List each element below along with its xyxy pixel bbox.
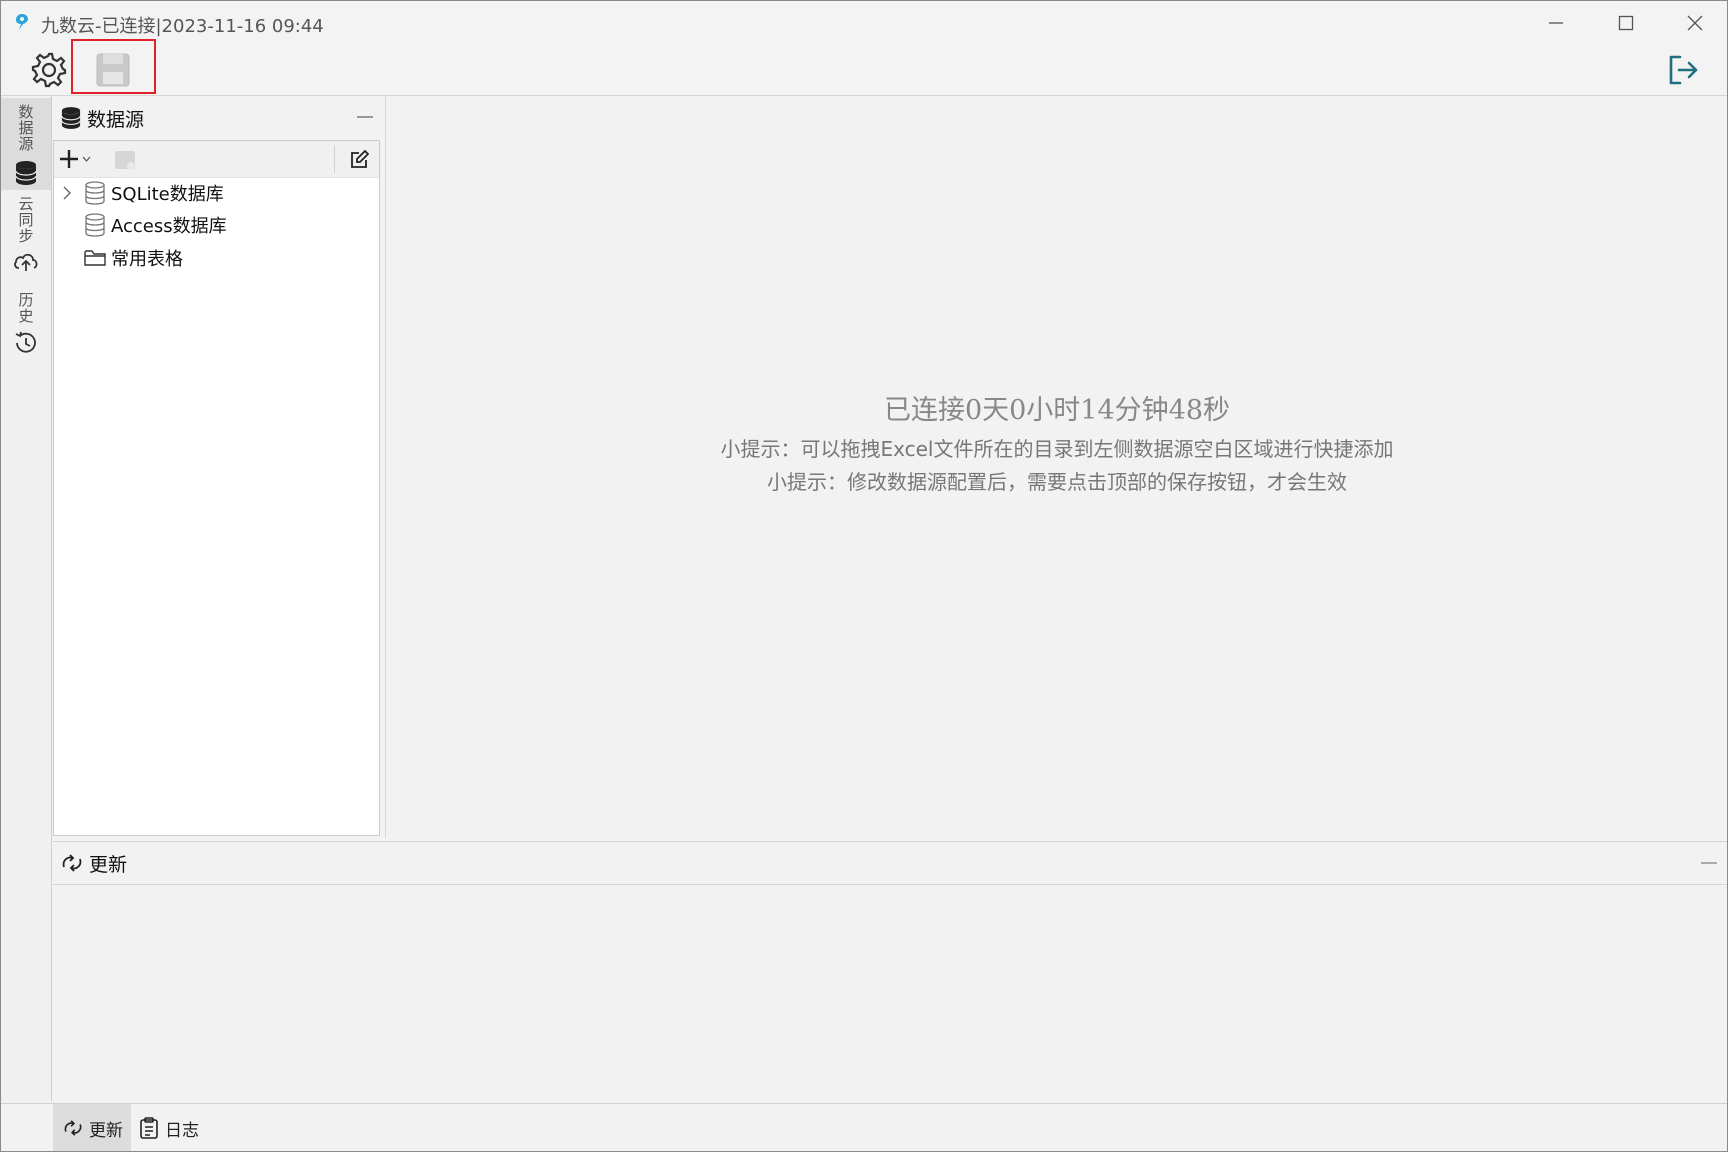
datasource-panel-header: 数据源 — [53, 96, 383, 140]
minimize-button[interactable] — [1523, 1, 1589, 45]
cloud-sync-icon — [14, 253, 38, 271]
tree-item-label: Access数据库 — [111, 216, 227, 237]
minimize-icon — [1549, 22, 1563, 24]
folder-icon — [84, 250, 106, 266]
history-icon — [15, 331, 36, 353]
database-icon — [85, 181, 105, 205]
update-panel-header: 更新 — [53, 842, 1727, 885]
bottom-tab-bar: 更新 日志 — [1, 1103, 1727, 1151]
update-icon — [62, 854, 82, 872]
logout-button[interactable] — [1661, 50, 1705, 90]
update-panel-minimize-button[interactable] — [1701, 862, 1717, 864]
gear-icon — [31, 52, 67, 88]
tree-item-label: SQLite数据库 — [111, 184, 224, 205]
settings-button[interactable] — [27, 50, 71, 90]
datasource-panel: 数据源 SQLite数据库 Access数据库 常用表格 — [53, 96, 383, 838]
nav-tab-cloud-sync[interactable]: 云同步 — [1, 196, 51, 276]
close-icon — [1687, 15, 1703, 31]
logout-icon — [1669, 55, 1698, 85]
nav-tab-history[interactable]: 历史 — [1, 292, 51, 372]
plus-icon — [60, 150, 78, 168]
app-window: 九数云-已连接|2023-11-16 09:44 数据源 云同步 历史 数据源 … — [0, 0, 1728, 1152]
left-nav: 数据源 云同步 历史 — [1, 96, 52, 1101]
nav-tab-label: 数据源 — [16, 104, 35, 152]
nav-tab-datasource[interactable]: 数据源 — [1, 98, 51, 190]
hint-save-config: 小提示：修改数据源配置后，需要点击顶部的保存按钮，才会生效 — [767, 470, 1347, 494]
database-icon — [15, 161, 37, 185]
log-icon — [140, 1117, 158, 1139]
table-disabled-icon — [115, 151, 135, 170]
database-icon — [85, 213, 105, 237]
tab-label: 更新 — [89, 1120, 123, 1141]
edit-icon — [351, 150, 369, 168]
chevron-down-icon — [82, 156, 91, 162]
update-panel: 更新 — [53, 841, 1727, 1104]
maximize-button[interactable] — [1593, 1, 1659, 45]
database-icon — [61, 107, 81, 129]
delete-datasource-button[interactable] — [114, 147, 140, 173]
close-button[interactable] — [1662, 1, 1727, 45]
title-bar: 九数云-已连接|2023-11-16 09:44 — [1, 1, 1727, 45]
tab-label: 日志 — [165, 1120, 199, 1141]
panel-title: 数据源 — [87, 108, 145, 131]
update-icon — [64, 1120, 82, 1136]
main-content: 已连接0天0小时14分钟48秒 小提示：可以拖拽Excel文件所在的目录到左侧数… — [385, 96, 1727, 838]
tree-item-sqlite[interactable]: SQLite数据库 — [54, 177, 224, 209]
panel-minimize-button[interactable] — [357, 116, 373, 118]
tab-log[interactable]: 日志 — [135, 1104, 213, 1151]
window-title: 九数云-已连接|2023-11-16 09:44 — [41, 16, 324, 37]
tree-item-common-tables[interactable]: 常用表格 — [54, 242, 183, 274]
chevron-right-icon[interactable] — [62, 186, 72, 200]
save-button-highlight — [71, 39, 156, 94]
app-logo-icon — [16, 14, 28, 30]
connection-status: 已连接0天0小时14分钟48秒 — [883, 395, 1231, 426]
tree-item-access[interactable]: Access数据库 — [54, 209, 227, 241]
edit-datasource-button[interactable] — [346, 147, 372, 173]
maximize-icon — [1618, 15, 1634, 31]
toolbar-divider — [334, 145, 335, 173]
update-panel-title: 更新 — [89, 853, 128, 876]
tab-update[interactable]: 更新 — [53, 1104, 131, 1151]
nav-tab-label: 历史 — [16, 292, 35, 324]
nav-tab-label: 云同步 — [16, 196, 35, 244]
tree-toolbar — [54, 141, 379, 178]
tree-item-label: 常用表格 — [111, 249, 183, 270]
main-toolbar — [1, 45, 1727, 96]
hint-drag-excel: 小提示：可以拖拽Excel文件所在的目录到左侧数据源空白区域进行快捷添加 — [720, 437, 1394, 461]
add-datasource-button[interactable] — [58, 145, 94, 173]
datasource-tree[interactable]: SQLite数据库 Access数据库 常用表格 — [53, 140, 380, 836]
